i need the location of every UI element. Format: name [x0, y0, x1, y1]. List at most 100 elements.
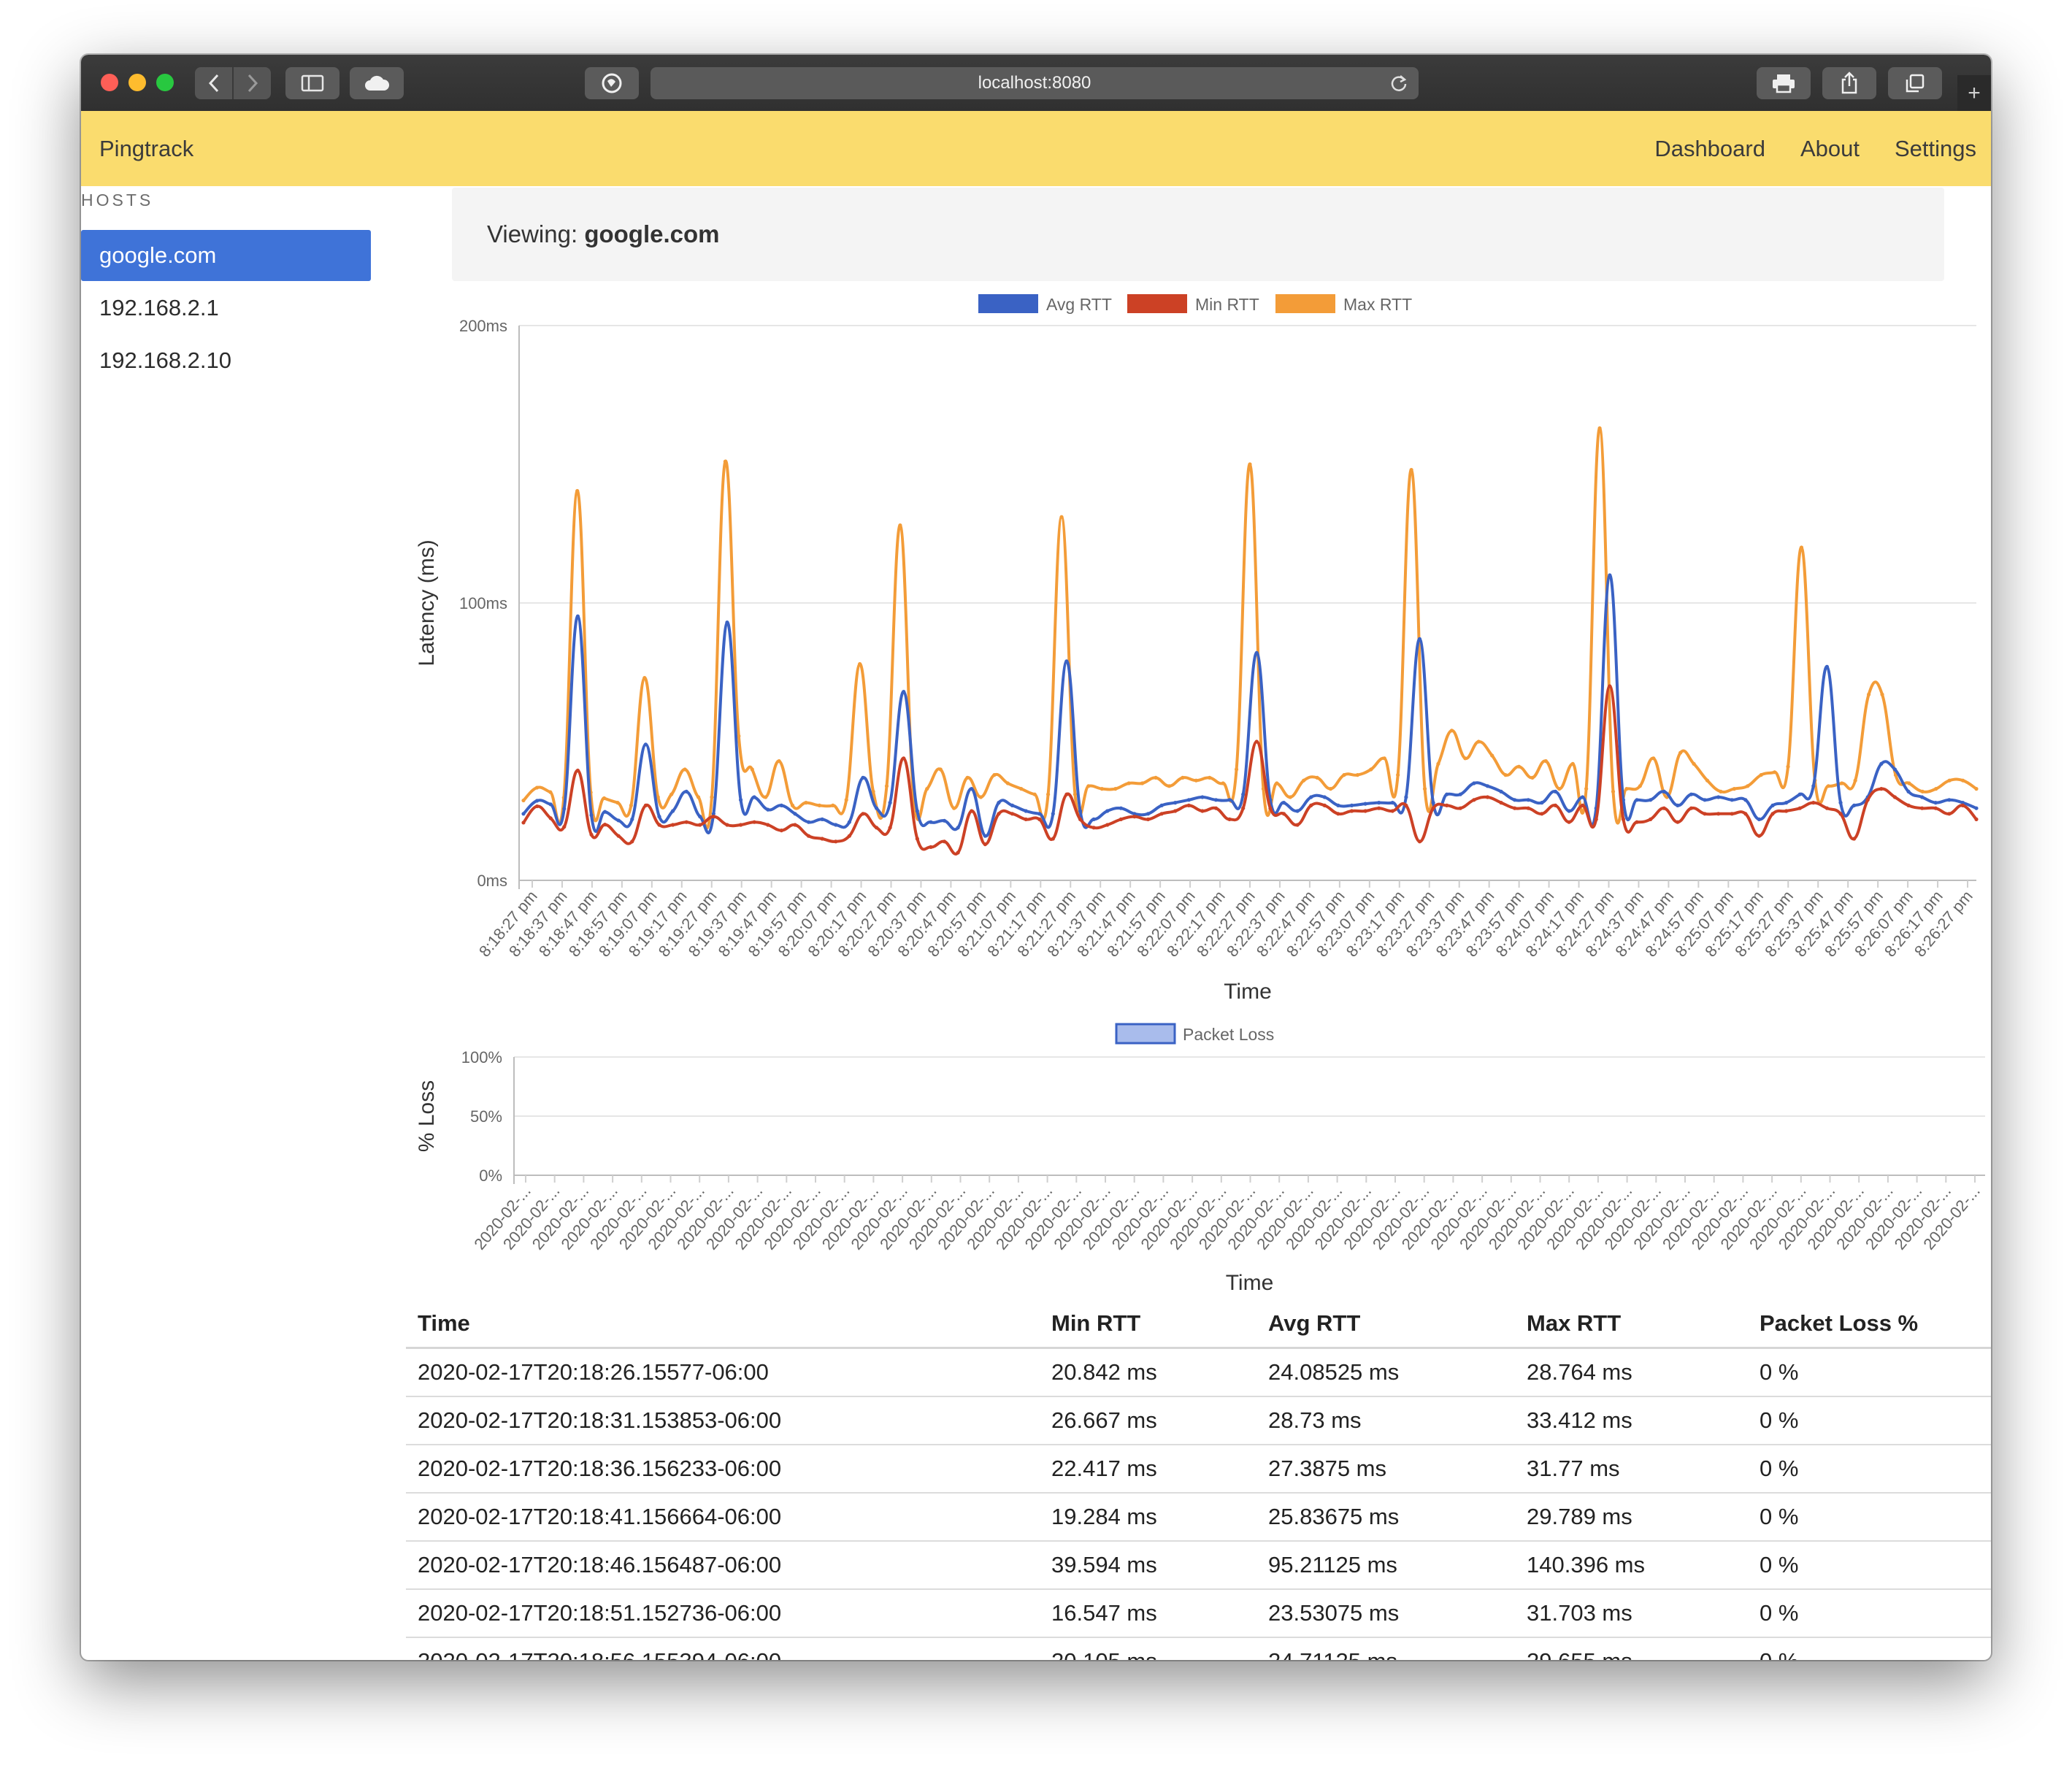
data-point: [1051, 812, 1055, 816]
table-row: 2020-02-17T20:18:26.15577-06:00 20.842 m…: [406, 1348, 1991, 1397]
data-point: [616, 834, 621, 838]
data-point: [1105, 823, 1110, 827]
table-row: 2020-02-17T20:18:46.156487-06:00 39.594 …: [406, 1541, 1991, 1590]
data-point: [1472, 781, 1476, 785]
data-point: [1254, 650, 1259, 656]
data-point: [710, 795, 714, 799]
data-point: [1907, 781, 1911, 785]
data-point: [1227, 817, 1232, 821]
data-point: [725, 620, 729, 625]
data-point: [1543, 759, 1548, 764]
data-point: [1746, 784, 1750, 788]
data-point: [1920, 789, 1925, 793]
data-point: [1570, 761, 1575, 766]
cell-packet-loss: 0 %: [1748, 1493, 1991, 1542]
data-point: [831, 803, 835, 807]
data-point: [1336, 803, 1340, 807]
data-point: [888, 826, 892, 830]
data-point: [1811, 801, 1816, 805]
cell-min-rtt: 19.284 ms: [1040, 1493, 1256, 1542]
data-point: [1382, 756, 1386, 761]
data-point: [1200, 795, 1205, 799]
data-point: [983, 842, 987, 847]
data-point: [1167, 784, 1172, 788]
table-row: 2020-02-17T20:18:36.156233-06:00 22.417 …: [406, 1445, 1991, 1494]
table-row: 2020-02-17T20:18:56.155394-06:00 20.105 …: [406, 1637, 1991, 1660]
table-row: 2020-02-17T20:18:41.156664-06:00 19.284 …: [406, 1493, 1991, 1542]
data-point: [1173, 809, 1178, 813]
data-point: [696, 795, 701, 799]
data-point: [1417, 839, 1422, 844]
data-point: [657, 823, 661, 827]
data-point: [806, 820, 811, 824]
data-point: [1730, 812, 1734, 816]
data-point: [1567, 809, 1571, 813]
cell-avg-rtt: 28.73 ms: [1256, 1396, 1515, 1445]
data-point: [684, 820, 688, 824]
data-point: [1213, 806, 1219, 810]
legend-label: Max RTT: [1343, 295, 1412, 314]
y-tick-label: 100%: [461, 1048, 502, 1066]
data-point: [1037, 817, 1042, 821]
data-point: [1974, 787, 1979, 791]
data-point: [1703, 812, 1707, 816]
data-point: [752, 795, 756, 799]
data-point: [1268, 806, 1273, 810]
table-header-row: Time Min RTT Avg RTT Max RTT Packet Loss…: [406, 1299, 1991, 1349]
browser-window: localhost:8080 + Pingtrack Dashboard Abo…: [81, 55, 1991, 1660]
data-point: [698, 815, 702, 819]
data-point: [1581, 795, 1585, 799]
data-point: [1458, 806, 1462, 810]
cell-max-rtt: 28.764 ms: [1515, 1348, 1748, 1397]
column-header-time[interactable]: Time: [406, 1299, 1040, 1349]
data-point: [1920, 795, 1925, 799]
y-tick-label: 0%: [479, 1167, 502, 1185]
data-point: [1906, 789, 1911, 793]
data-point: [1716, 812, 1721, 816]
data-point: [1369, 767, 1373, 772]
data-point: [942, 839, 947, 844]
data-point: [1409, 468, 1413, 472]
y-axis-title: % Loss: [415, 1080, 439, 1152]
column-header-max-rtt[interactable]: Max RTT: [1515, 1299, 1748, 1349]
data-point: [1186, 798, 1191, 802]
data-point: [615, 801, 620, 805]
legend-label: Packet Loss: [1183, 1025, 1274, 1044]
data-point: [929, 820, 933, 824]
data-point: [1431, 801, 1435, 805]
data-point: [779, 829, 783, 833]
table-row: 2020-02-17T20:18:51.152736-06:00 16.547 …: [406, 1589, 1991, 1638]
data-point: [1336, 812, 1340, 816]
column-header-packet-loss[interactable]: Packet Loss %: [1748, 1299, 1991, 1349]
data-point: [1649, 817, 1653, 821]
data-point: [1275, 781, 1279, 785]
data-point: [738, 823, 743, 827]
data-point: [925, 787, 929, 791]
data-point: [1692, 761, 1696, 766]
data-point: [1947, 778, 1952, 783]
data-point: [902, 756, 906, 761]
cell-time: 2020-02-17T20:18:41.156664-06:00: [406, 1493, 1040, 1542]
data-point: [1078, 809, 1083, 813]
data-point: [1732, 787, 1736, 791]
data-point: [1010, 803, 1015, 807]
data-point: [1499, 789, 1503, 793]
data-point: [861, 775, 865, 780]
data-point: [1140, 781, 1145, 785]
data-point: [847, 834, 851, 838]
column-header-avg-rtt[interactable]: Avg RTT: [1256, 1299, 1515, 1349]
data-point: [983, 834, 987, 838]
data-point: [1322, 803, 1327, 807]
data-point: [965, 775, 970, 780]
data-point: [1241, 792, 1246, 796]
column-header-min-rtt[interactable]: Min RTT: [1040, 1299, 1256, 1349]
data-point: [1960, 803, 1965, 807]
data-point: [1390, 801, 1394, 805]
data-point: [1689, 806, 1694, 810]
data-point: [521, 820, 526, 825]
data-point: [1417, 637, 1422, 642]
data-point: [1241, 806, 1246, 810]
table-row: 2020-02-17T20:18:31.153853-06:00 26.667 …: [406, 1396, 1991, 1445]
data-point: [1037, 812, 1042, 816]
data-point: [548, 802, 553, 807]
